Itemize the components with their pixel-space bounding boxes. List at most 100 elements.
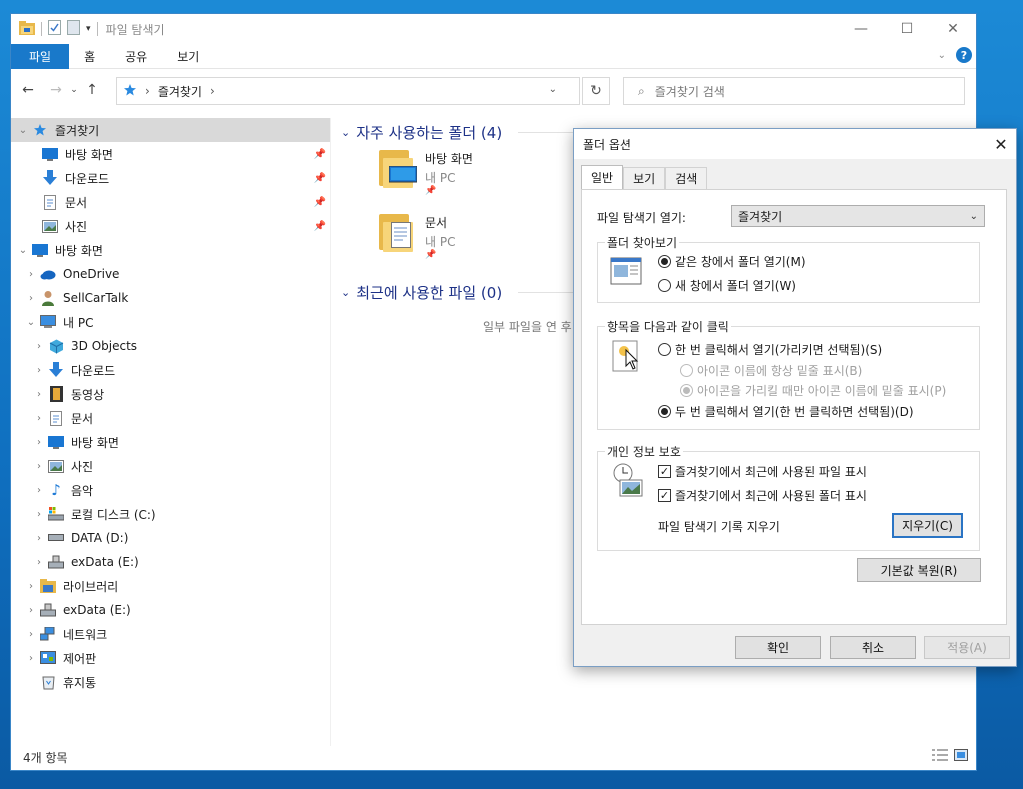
chevron-right-icon[interactable]: › xyxy=(31,485,47,496)
details-view-icon[interactable] xyxy=(932,749,948,764)
tab-general[interactable]: 일반 xyxy=(581,165,624,189)
chevron-right-icon[interactable]: › xyxy=(31,365,47,376)
maximize-button[interactable]: ☐ xyxy=(884,14,930,44)
pin-icon[interactable]: 📌 xyxy=(314,149,326,160)
customize-dropdown-icon[interactable]: ▾ xyxy=(86,24,91,34)
tab-view[interactable]: 보기 xyxy=(162,44,214,69)
chevron-right-icon[interactable]: › xyxy=(31,533,47,544)
forward-arrow-icon[interactable]: → xyxy=(45,82,67,98)
recent-locations-icon[interactable]: ⌄ xyxy=(67,85,81,95)
radio-button[interactable] xyxy=(658,405,671,418)
sidebar-item-onedrive[interactable]: › OneDrive xyxy=(11,262,330,286)
radio-new-window[interactable]: 새 창에서 폴더 열기(W) xyxy=(658,277,796,294)
chevron-down-icon[interactable]: ⌄ xyxy=(15,125,31,136)
chevron-right-icon[interactable]: › xyxy=(31,557,47,568)
close-button[interactable]: ✕ xyxy=(930,14,976,44)
radio-double-click[interactable]: 두 번 클릭해서 열기(한 번 클릭하면 선택됨)(D) xyxy=(658,403,914,420)
pin-icon[interactable]: 📌 xyxy=(314,197,326,208)
sidebar-item-exdata-e[interactable]: › exData (E:) xyxy=(11,550,330,574)
sidebar-item-sellcartalk[interactable]: › SellCarTalk xyxy=(11,286,330,310)
radio-same-window[interactable]: 같은 창에서 폴더 열기(M) xyxy=(658,253,806,270)
chevron-right-icon[interactable]: › xyxy=(23,605,39,616)
breadcrumb-favorites[interactable]: 즐겨찾기 xyxy=(158,83,202,100)
back-arrow-icon[interactable]: ← xyxy=(17,82,39,98)
tab-search[interactable]: 검색 xyxy=(665,167,708,189)
expand-ribbon-icon[interactable]: ⌄ xyxy=(938,50,946,61)
chevron-right-icon[interactable]: › xyxy=(31,437,47,448)
tab-share[interactable]: 공유 xyxy=(110,44,162,69)
chevron-right-icon[interactable]: › xyxy=(31,389,47,400)
dialog-close-button[interactable]: ✕ xyxy=(986,135,1016,154)
help-icon[interactable]: ? xyxy=(956,47,972,63)
breadcrumb-separator[interactable]: › xyxy=(210,84,215,98)
sidebar-item-libraries[interactable]: › 라이브러리 xyxy=(11,574,330,598)
chevron-down-icon[interactable]: ⌄ xyxy=(15,245,31,256)
chevron-right-icon[interactable]: › xyxy=(23,581,39,592)
sidebar-item-desktop[interactable]: › 바탕 화면 xyxy=(11,430,330,454)
chevron-right-icon[interactable]: › xyxy=(23,653,39,664)
sidebar-item-network[interactable]: › 네트워크 xyxy=(11,622,330,646)
sidebar-item-downloads-pinned[interactable]: 다운로드 📌 xyxy=(11,166,330,190)
minimize-button[interactable]: — xyxy=(838,14,884,44)
radio-button[interactable] xyxy=(680,364,693,377)
address-dropdown-icon[interactable]: ⌄ xyxy=(549,84,557,95)
radio-single-click[interactable]: 한 번 클릭해서 열기(가리키면 선택됨)(S) xyxy=(658,341,882,358)
chevron-right-icon[interactable]: › xyxy=(23,269,39,280)
refresh-button[interactable]: ↻ xyxy=(582,77,610,105)
up-arrow-icon[interactable]: ↑ xyxy=(81,82,103,98)
tab-view[interactable]: 보기 xyxy=(623,167,666,189)
sidebar-item-documents[interactable]: › 문서 xyxy=(11,406,330,430)
pin-icon[interactable]: 📌 xyxy=(314,173,326,184)
cancel-button[interactable]: 취소 xyxy=(830,636,916,659)
ok-button[interactable]: 확인 xyxy=(735,636,821,659)
checkbox-recent-files[interactable]: ✓ 즐겨찾기에서 최근에 사용된 파일 표시 xyxy=(658,463,867,480)
sidebar-item-3d-objects[interactable]: › 3D Objects xyxy=(11,334,330,358)
address-bar[interactable]: › 즐겨찾기 › ⌄ xyxy=(116,77,580,105)
checkbox-recent-folders[interactable]: ✓ 즐겨찾기에서 최근에 사용된 폴더 표시 xyxy=(658,487,867,504)
chevron-right-icon[interactable]: › xyxy=(31,413,47,424)
chevron-down-icon[interactable]: ⌄ xyxy=(341,286,350,299)
tab-home[interactable]: 홈 xyxy=(69,44,110,69)
sidebar-item-pictures[interactable]: › 사진 xyxy=(11,454,330,478)
new-folder-icon[interactable] xyxy=(67,20,80,38)
search-input[interactable]: 즐겨찾기 검색 xyxy=(655,83,725,100)
radio-underline-hover[interactable]: 아이콘을 가리킬 때만 아이콘 이름에 밑줄 표시(P) xyxy=(680,382,946,399)
radio-button[interactable] xyxy=(658,255,671,268)
tab-file[interactable]: 파일 xyxy=(11,43,70,69)
sidebar-item-exdata-e-root[interactable]: › exData (E:) xyxy=(11,598,330,622)
checkbox[interactable]: ✓ xyxy=(658,489,671,502)
chevron-right-icon[interactable]: › xyxy=(23,293,39,304)
open-explorer-select[interactable]: 즐겨찾기 ⌄ xyxy=(731,205,985,227)
sidebar-item-documents-pinned[interactable]: 문서 📌 xyxy=(11,190,330,214)
chevron-right-icon[interactable]: › xyxy=(23,629,39,640)
sidebar-item-control-panel[interactable]: › 제어판 xyxy=(11,646,330,670)
radio-underline-always[interactable]: 아이콘 이름에 항상 밑줄 표시(B) xyxy=(680,362,862,379)
apply-button[interactable]: 적용(A) xyxy=(924,636,1010,659)
chevron-right-icon[interactable]: › xyxy=(31,341,47,352)
chevron-right-icon[interactable]: › xyxy=(31,509,47,520)
chevron-down-icon[interactable]: ⌄ xyxy=(23,317,39,328)
sidebar-item-desktop-pinned[interactable]: 바탕 화면 📌 xyxy=(11,142,330,166)
restore-defaults-button[interactable]: 기본값 복원(R) xyxy=(857,558,981,582)
radio-button[interactable] xyxy=(658,279,671,292)
sidebar-item-data-d[interactable]: › DATA (D:) xyxy=(11,526,330,550)
large-icons-view-icon[interactable] xyxy=(954,749,968,764)
sidebar-item-local-disk-c[interactable]: › 로컬 디스크 (C:) xyxy=(11,502,330,526)
properties-icon[interactable] xyxy=(48,20,61,38)
chevron-right-icon[interactable]: › xyxy=(31,461,47,472)
sidebar-item-this-pc[interactable]: ⌄ 내 PC xyxy=(11,310,330,334)
chevron-down-icon[interactable]: ⌄ xyxy=(341,126,350,139)
sidebar-item-favorites[interactable]: ⌄ 즐겨찾기 xyxy=(11,118,330,142)
pin-icon[interactable]: 📌 xyxy=(314,221,326,232)
sidebar-item-music[interactable]: › ♪ 음악 xyxy=(11,478,330,502)
sidebar-item-recycle-bin[interactable]: 휴지통 xyxy=(11,670,330,694)
sidebar-item-downloads[interactable]: › 다운로드 xyxy=(11,358,330,382)
search-box[interactable]: ⌕ 즐겨찾기 검색 xyxy=(623,77,965,105)
sidebar-item-videos[interactable]: › 동영상 xyxy=(11,382,330,406)
radio-button[interactable] xyxy=(658,343,671,356)
checkbox[interactable]: ✓ xyxy=(658,465,671,478)
sidebar-item-pictures-pinned[interactable]: 사진 📌 xyxy=(11,214,330,238)
radio-button[interactable] xyxy=(680,384,693,397)
clear-history-button[interactable]: 지우기(C) xyxy=(892,513,963,538)
sidebar-item-desktop-root[interactable]: ⌄ 바탕 화면 xyxy=(11,238,330,262)
